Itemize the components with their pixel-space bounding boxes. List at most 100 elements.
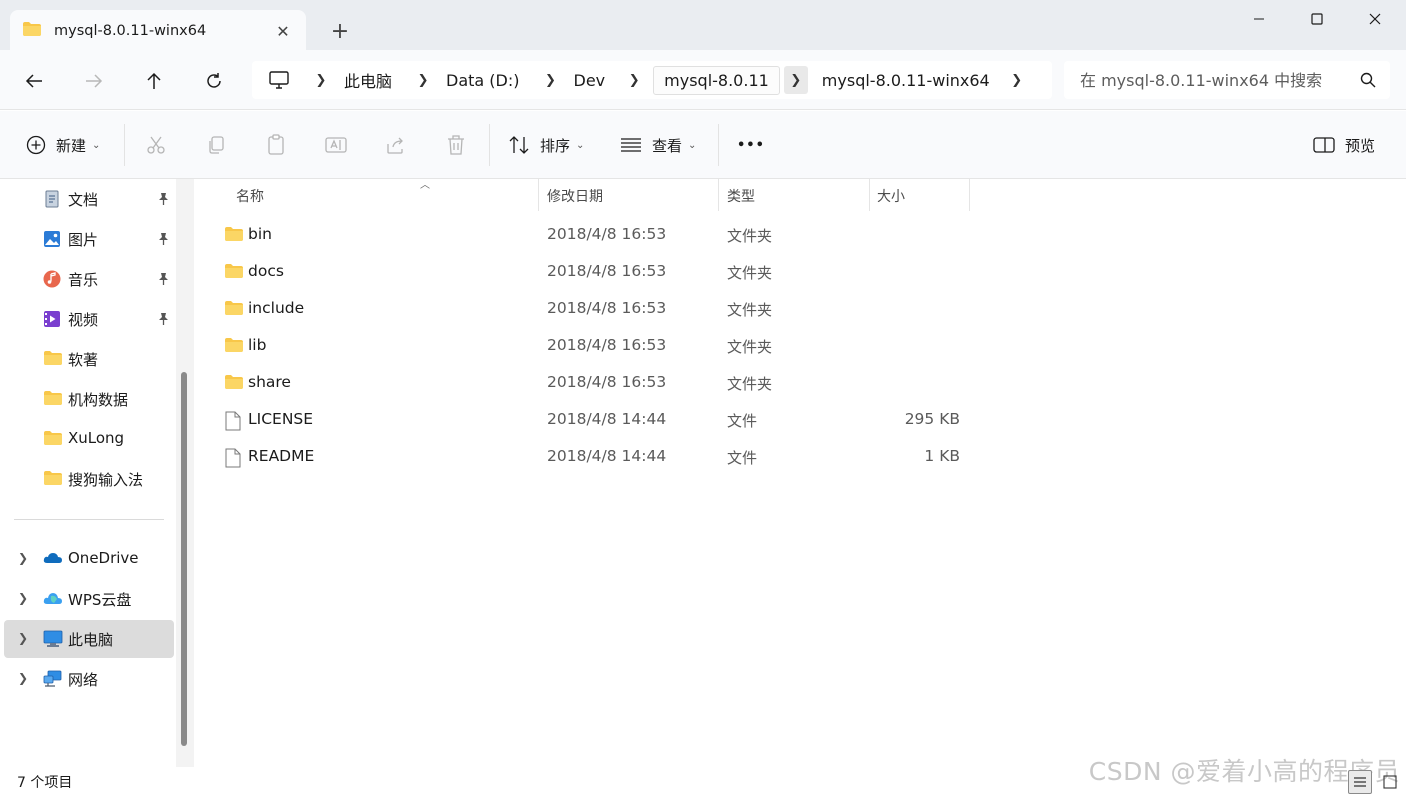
sidebar-item-ruanzhu[interactable]: 软著 (4, 340, 174, 378)
file-name[interactable]: share (248, 373, 291, 391)
file-modified: 2018/4/8 14:44 (547, 410, 667, 428)
file-size: 295 KB (904, 410, 960, 428)
sort-button[interactable]: 排序 ⌄ (508, 131, 584, 159)
column-divider[interactable] (718, 179, 719, 211)
rename-icon[interactable] (324, 133, 348, 157)
tiles-view-button[interactable] (1378, 770, 1402, 794)
search-box[interactable] (1064, 61, 1390, 99)
file-name[interactable]: LICENSE (248, 410, 313, 428)
this-pc-icon[interactable] (268, 71, 290, 89)
up-button[interactable] (137, 64, 171, 98)
column-divider[interactable] (969, 179, 970, 211)
chevron-right-icon[interactable]: ❯ (18, 631, 28, 645)
cut-icon[interactable] (144, 133, 168, 157)
view-list-icon (620, 137, 642, 153)
sidebar-item-label: 图片 (68, 231, 99, 249)
sidebar-item-music[interactable]: 音乐 (4, 260, 174, 298)
sidebar-item-wps-cloud[interactable]: ❯ WPS云盘 (4, 580, 174, 618)
share-icon[interactable] (384, 133, 408, 157)
chevron-right-icon[interactable]: ❯ (536, 73, 566, 88)
file-type: 文件夹 (727, 301, 773, 319)
new-button[interactable]: 新建 ⌄ (26, 131, 100, 159)
sidebar-divider (14, 519, 164, 520)
breadcrumb-mysql[interactable]: mysql-8.0.11 (653, 65, 780, 95)
preview-button[interactable]: 预览 (1313, 131, 1375, 159)
sidebar-item-videos[interactable]: 视频 (4, 300, 174, 338)
column-header-label: 修改日期 (547, 189, 603, 205)
refresh-button[interactable] (197, 64, 231, 98)
close-window-button[interactable] (1352, 4, 1398, 34)
more-options-button[interactable]: ••• (737, 131, 765, 159)
file-name[interactable]: include (248, 299, 304, 317)
column-divider[interactable] (538, 179, 539, 211)
breadcrumb-data-drive[interactable]: Data (D:) (446, 71, 519, 90)
sidebar-item-label: WPS云盘 (68, 591, 132, 609)
new-tab-button[interactable]: + (326, 18, 354, 46)
search-icon[interactable] (1360, 72, 1376, 92)
navigation-bar: ❯ 此电脑 ❯ Data (D:) ❯ Dev ❯ mysql-8.0.11 ❯… (0, 50, 1406, 110)
sidebar-item-pictures[interactable]: 图片 (4, 220, 174, 258)
sidebar-item-onedrive[interactable]: ❯ OneDrive (4, 540, 174, 578)
forward-button[interactable] (77, 64, 111, 98)
chevron-right-icon[interactable]: ❯ (408, 73, 438, 88)
chevron-right-icon[interactable]: ❯ (306, 73, 336, 88)
file-row[interactable]: lib 2018/4/8 16:53 文件夹 (216, 328, 976, 364)
chevron-right-icon[interactable]: ❯ (1002, 73, 1032, 88)
breadcrumb-this-pc[interactable]: 此电脑 (344, 68, 392, 92)
file-modified: 2018/4/8 16:53 (547, 336, 667, 354)
tab-current[interactable]: mysql-8.0.11-winx64 ✕ (10, 10, 306, 52)
file-name[interactable]: bin (248, 225, 272, 243)
file-row[interactable]: README 2018/4/8 14:44 文件 1 KB (216, 439, 976, 475)
pin-icon[interactable] (156, 272, 170, 290)
this-pc-icon (43, 630, 63, 648)
minimize-button[interactable] (1236, 4, 1282, 34)
column-header-type[interactable]: 类型 (727, 179, 867, 211)
pin-icon[interactable] (156, 192, 170, 210)
file-row[interactable]: share 2018/4/8 16:53 文件夹 (216, 365, 976, 401)
column-header-size[interactable]: 大小 (877, 179, 967, 211)
view-label: 查看 (652, 136, 683, 155)
chevron-right-icon[interactable]: ❯ (18, 551, 28, 565)
breadcrumb-dev[interactable]: Dev (574, 71, 606, 90)
chevron-right-icon[interactable]: ❯ (18, 671, 28, 685)
sidebar-item-network[interactable]: ❯ 网络 (4, 660, 174, 698)
file-list: 名称 ︿ 修改日期 类型 大小 bin 2018/4/8 16:53 文件夹 d… (194, 179, 1406, 767)
back-button[interactable] (17, 64, 51, 98)
toolbar-divider (124, 124, 125, 166)
column-header-name[interactable]: 名称 ︿ (236, 179, 538, 211)
view-button[interactable]: 查看 ⌄ (620, 131, 696, 159)
file-name[interactable]: lib (248, 336, 266, 354)
paste-icon[interactable] (264, 133, 288, 157)
sidebar-item-xulong[interactable]: XuLong (4, 420, 174, 458)
sidebar-item-sogou[interactable]: 搜狗输入法 (4, 460, 174, 498)
details-view-button[interactable] (1348, 770, 1372, 794)
chevron-right-icon[interactable]: ❯ (619, 73, 649, 88)
file-row[interactable]: include 2018/4/8 16:53 文件夹 (216, 291, 976, 327)
copy-icon[interactable] (204, 133, 228, 157)
pin-icon[interactable] (156, 232, 170, 250)
tab-close-button[interactable]: ✕ (272, 20, 294, 42)
breadcrumb-current[interactable]: mysql-8.0.11-winx64 (822, 71, 990, 90)
sidebar-item-label: 搜狗输入法 (68, 471, 144, 489)
pin-icon[interactable] (156, 312, 170, 330)
sidebar-item-org-data[interactable]: 机构数据 (4, 380, 174, 418)
sidebar-item-this-pc[interactable]: ❯ 此电脑 (4, 620, 174, 658)
column-header-modified[interactable]: 修改日期 (547, 179, 717, 211)
maximize-button[interactable] (1294, 4, 1340, 34)
chevron-right-icon[interactable]: ❯ (783, 66, 808, 94)
file-type: 文件夹 (727, 338, 773, 356)
file-row[interactable]: LICENSE 2018/4/8 14:44 文件 295 KB (216, 402, 976, 438)
search-input[interactable] (1080, 70, 1348, 90)
file-name[interactable]: README (248, 447, 314, 465)
file-name[interactable]: docs (248, 262, 284, 280)
file-row[interactable]: bin 2018/4/8 16:53 文件夹 (216, 217, 976, 253)
chevron-right-icon[interactable]: ❯ (18, 591, 28, 605)
videos-icon (43, 310, 63, 328)
folder-icon (43, 390, 63, 408)
address-bar[interactable]: ❯ 此电脑 ❯ Data (D:) ❯ Dev ❯ mysql-8.0.11 ❯… (252, 61, 1052, 99)
delete-icon[interactable] (444, 133, 468, 157)
sidebar-scrollbar-thumb[interactable] (181, 372, 187, 746)
sidebar-item-documents[interactable]: 文档 (4, 180, 174, 218)
file-row[interactable]: docs 2018/4/8 16:53 文件夹 (216, 254, 976, 290)
column-divider[interactable] (869, 179, 870, 211)
